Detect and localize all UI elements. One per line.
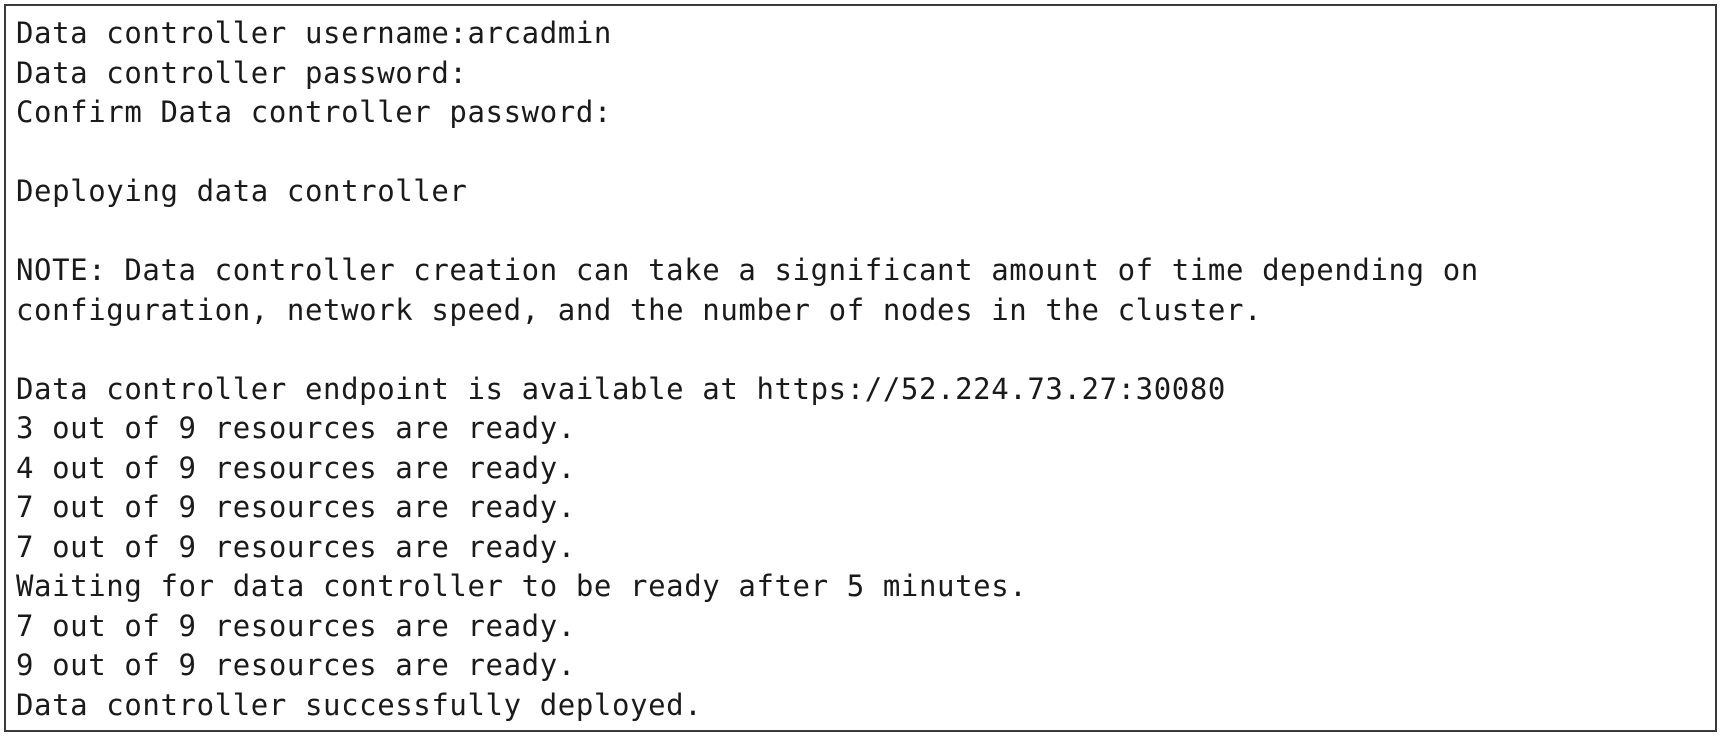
- status-line: 9 out of 9 resources are ready.: [16, 648, 576, 682]
- note-line-2: configuration, network speed, and the nu…: [16, 292, 1263, 327]
- waiting-line: Waiting for data controller to be ready …: [16, 569, 1028, 603]
- status-line: 3 out of 9 resources are ready.: [16, 411, 576, 445]
- username-line: Data controller username:arcadmin: [16, 16, 612, 50]
- status-line: 7 out of 9 resources are ready.: [16, 529, 576, 564]
- status-line: 4 out of 9 resources are ready.: [16, 450, 576, 485]
- success-line: Data controller successfully deployed.: [16, 687, 703, 722]
- password-line: Data controller password:: [16, 55, 468, 90]
- status-line: 7 out of 9 resources are ready.: [16, 490, 576, 524]
- confirm-password-line: Confirm Data controller password:: [16, 95, 612, 129]
- deploying-line: Deploying data controller: [16, 174, 468, 208]
- status-line: 7 out of 9 resources are ready.: [16, 608, 576, 643]
- endpoint-line: Data controller endpoint is available at…: [16, 371, 1226, 406]
- console-output: Data controller username:arcadmin Data c…: [4, 4, 1717, 732]
- note-line-1: NOTE: Data controller creation can take …: [16, 253, 1479, 287]
